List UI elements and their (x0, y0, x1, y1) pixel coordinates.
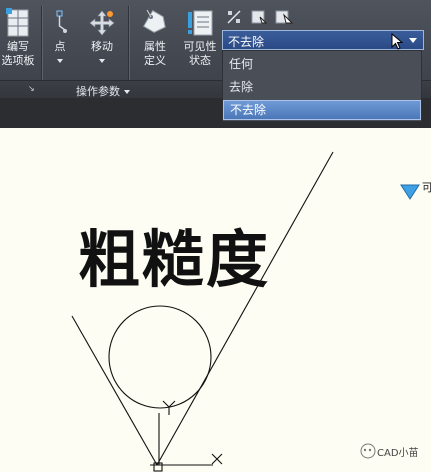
roughness-title: 粗糙度 (78, 223, 271, 296)
ucs-x-marker (211, 453, 223, 465)
parameter-grip-icon[interactable] (400, 184, 420, 200)
parameter-label: 可 (422, 181, 431, 194)
watermark: CAD小苗 (355, 444, 419, 459)
right-slant-line (156, 151, 334, 466)
inscribed-circle (108, 305, 212, 409)
roughness-symbol-geometry (71, 151, 334, 472)
left-slant-line (71, 315, 158, 466)
watermark-text: CAD小苗 (377, 448, 419, 459)
